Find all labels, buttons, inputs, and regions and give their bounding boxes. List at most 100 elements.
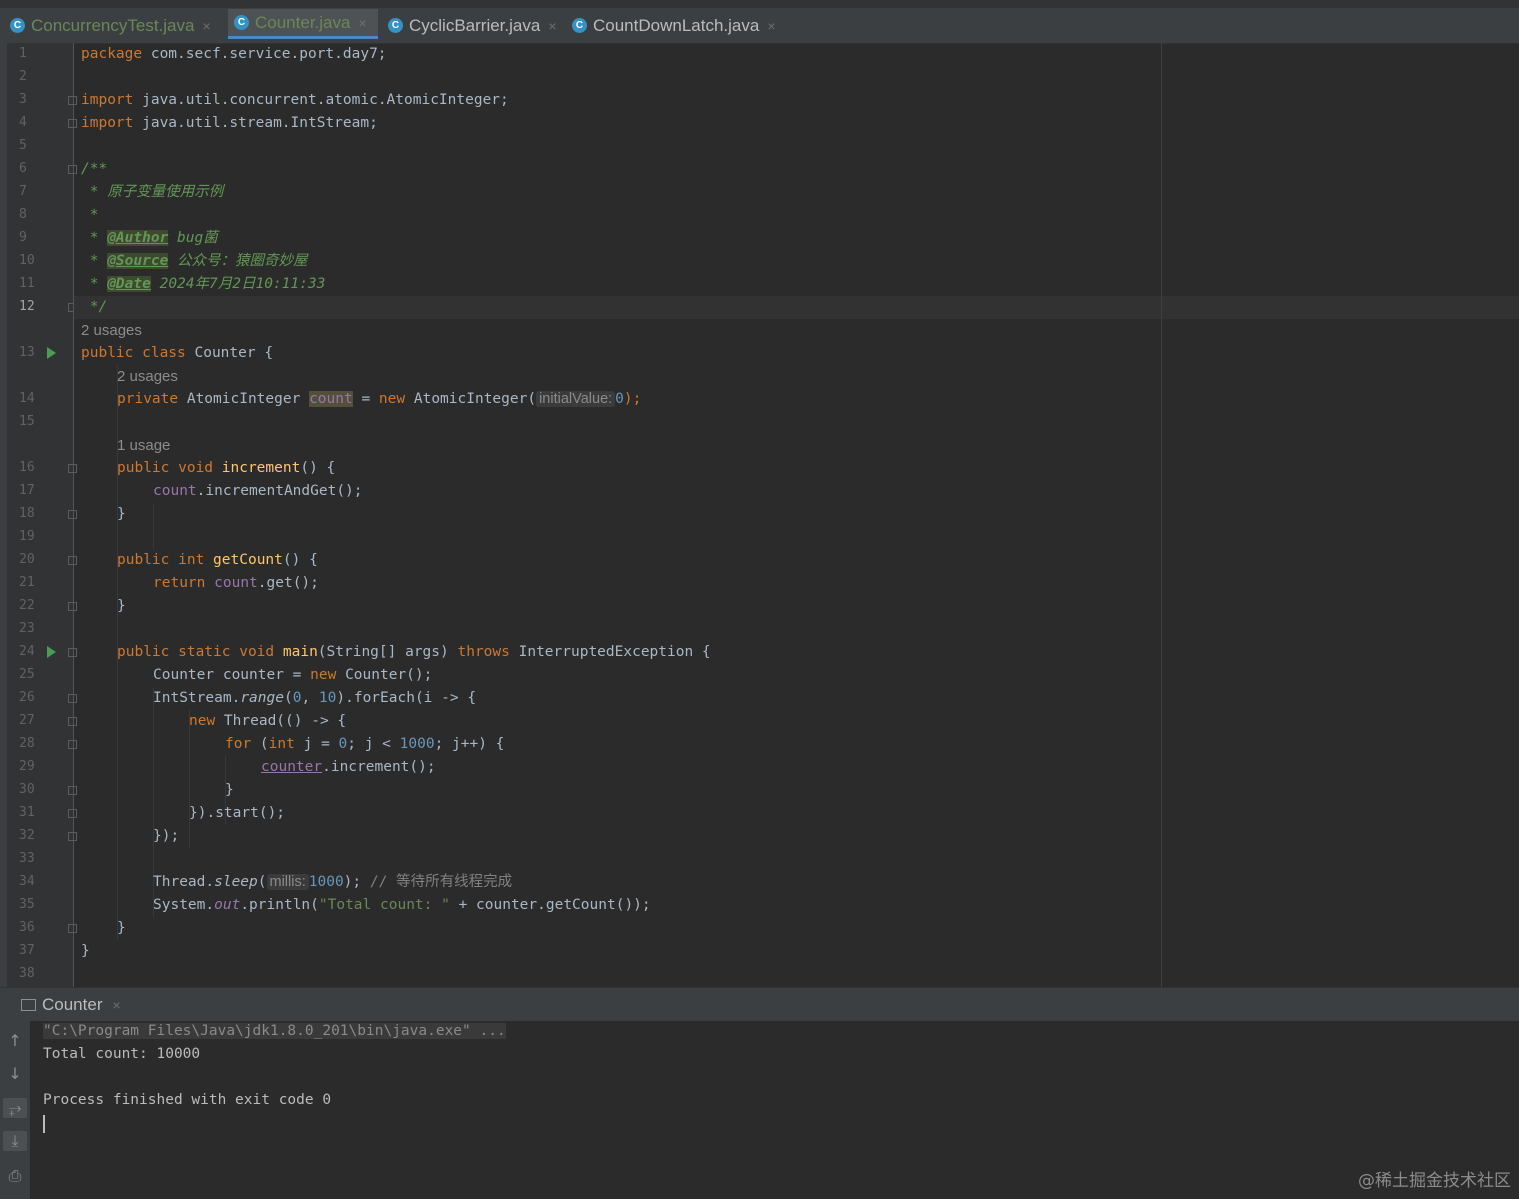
code-line-34: Thread.sleep(millis: 1000); // 等待所有线程完成 bbox=[153, 874, 513, 890]
line-number: 26 bbox=[19, 690, 35, 705]
line-number: 30 bbox=[19, 782, 35, 797]
usages-hint[interactable]: 2 usages bbox=[117, 365, 178, 388]
close-icon[interactable]: × bbox=[548, 18, 556, 34]
code-line-31: }).start(); bbox=[189, 805, 286, 821]
console-exit-line: Process finished with exit code 0 bbox=[43, 1092, 332, 1108]
line-number: 10 bbox=[19, 253, 35, 268]
line-number: 1 bbox=[19, 46, 27, 61]
code-line-35: System.out.println("Total count: " + cou… bbox=[153, 897, 651, 913]
run-class-icon[interactable] bbox=[47, 347, 56, 359]
line-number: 5 bbox=[19, 138, 27, 153]
usages-hint[interactable]: 1 usage bbox=[117, 434, 170, 457]
line-number: 16 bbox=[19, 460, 35, 475]
line-number: 38 bbox=[19, 966, 35, 981]
tab-label: CountDownLatch.java bbox=[593, 15, 760, 35]
code-editor[interactable]: package com.secf.service.port.day7; impo… bbox=[74, 43, 1519, 987]
line-number: 35 bbox=[19, 897, 35, 912]
line-number: 31 bbox=[19, 805, 35, 820]
code-line-27: new Thread(() -> { bbox=[189, 713, 347, 729]
line-number: 28 bbox=[19, 736, 35, 751]
code-line-36: } bbox=[117, 920, 126, 936]
close-icon[interactable]: × bbox=[358, 15, 366, 31]
code-line-21: return count.get(); bbox=[153, 575, 319, 591]
line-number: 7 bbox=[19, 184, 27, 199]
console-output[interactable]: "C:\Program Files\Java\jdk1.8.0_201\bin\… bbox=[30, 1021, 1519, 1199]
code-line-11: * @Date 2024年7月2日10:11:33 bbox=[81, 276, 326, 292]
line-number: 33 bbox=[19, 851, 35, 866]
line-number: 15 bbox=[19, 414, 35, 429]
code-line-18: } bbox=[117, 506, 126, 522]
scroll-to-end-icon[interactable]: ⤓ bbox=[3, 1131, 27, 1151]
parameter-hint: initialValue: bbox=[536, 391, 616, 407]
left-tool-strip bbox=[0, 43, 7, 987]
class-icon: C bbox=[234, 15, 249, 30]
tab-cyclicbarrier[interactable]: C CyclicBarrier.java × bbox=[388, 9, 560, 42]
close-icon[interactable]: × bbox=[112, 997, 120, 1013]
line-number: 22 bbox=[19, 598, 35, 613]
line-number: 37 bbox=[19, 943, 35, 958]
line-number: 34 bbox=[19, 874, 35, 889]
run-tool-window-header: Counter × bbox=[0, 987, 1519, 1022]
tab-label: Counter.java bbox=[255, 12, 351, 32]
line-number: 21 bbox=[19, 575, 35, 590]
tab-concurrencytest[interactable]: C ConcurrencyTest.java × bbox=[10, 9, 222, 42]
console-output-line: Total count: 10000 bbox=[43, 1046, 201, 1062]
line-number: 2 bbox=[19, 69, 27, 84]
line-number: 23 bbox=[19, 621, 35, 636]
run-main-icon[interactable] bbox=[47, 646, 56, 658]
line-number-gutter: 1 2 3 4 5 6 7 8 9 10 11 12 13 14 15 16 17 18 19 20 21 22 23 24 2… bbox=[7, 43, 77, 987]
line-number: 8 bbox=[19, 207, 27, 222]
line-number: 17 bbox=[19, 483, 35, 498]
code-line-16: public void increment() { bbox=[117, 460, 336, 476]
console-caret bbox=[43, 1115, 45, 1133]
line-number: 12 bbox=[19, 299, 35, 314]
code-line-14: private AtomicInteger count = new Atomic… bbox=[117, 391, 642, 407]
line-number: 36 bbox=[19, 920, 35, 935]
code-line-8: * bbox=[81, 207, 99, 223]
tab-countdownlatch[interactable]: C CountDownLatch.java × bbox=[572, 9, 784, 42]
line-number: 4 bbox=[19, 115, 27, 130]
down-arrow-icon[interactable]: ↓ bbox=[3, 1064, 27, 1083]
line-number: 19 bbox=[19, 529, 35, 544]
code-line-4: import java.util.stream.IntStream; bbox=[81, 115, 378, 131]
tab-counter[interactable]: C Counter.java × bbox=[228, 9, 378, 39]
line-number: 11 bbox=[19, 276, 35, 291]
class-icon: C bbox=[388, 18, 403, 33]
close-icon[interactable]: × bbox=[767, 18, 775, 34]
current-line-highlight bbox=[74, 296, 1519, 319]
line-number: 32 bbox=[19, 828, 35, 843]
code-line-28: for (int j = 0; j < 1000; j++) { bbox=[225, 736, 505, 752]
up-arrow-icon[interactable]: ↑ bbox=[3, 1031, 27, 1050]
code-line-20: public int getCount() { bbox=[117, 552, 318, 568]
line-number: 18 bbox=[19, 506, 35, 521]
code-line-25: Counter counter = new Counter(); bbox=[153, 667, 433, 683]
run-tab-label: Counter bbox=[42, 995, 103, 1014]
watermark: @稀土掘金技术社区 bbox=[1358, 1171, 1511, 1191]
parameter-hint: millis: bbox=[266, 874, 309, 890]
right-margin-guide bbox=[1161, 43, 1162, 987]
soft-wrap-icon[interactable]: ⥅ bbox=[3, 1098, 27, 1118]
code-line-30: } bbox=[225, 782, 234, 798]
line-number: 24 bbox=[19, 644, 35, 659]
code-line-13: public class Counter { bbox=[81, 345, 274, 361]
line-number: 25 bbox=[19, 667, 35, 682]
line-number: 14 bbox=[19, 391, 35, 406]
indent-guide bbox=[153, 503, 154, 549]
usages-hint[interactable]: 2 usages bbox=[81, 319, 142, 342]
code-line-22: } bbox=[117, 598, 126, 614]
line-number: 9 bbox=[19, 230, 27, 245]
code-line-32: }); bbox=[153, 828, 180, 844]
window-top-strip bbox=[0, 0, 1519, 8]
code-line-10: * @Source 公众号：猿圈奇妙屋 bbox=[81, 253, 308, 269]
code-line-37: } bbox=[81, 943, 90, 959]
editor-tab-bar: C ConcurrencyTest.java × C Counter.java … bbox=[0, 0, 1519, 44]
code-line-29: counter.increment(); bbox=[261, 759, 436, 775]
run-tab-counter[interactable]: Counter × bbox=[7, 988, 121, 1022]
console-command-line: "C:\Program Files\Java\jdk1.8.0_201\bin\… bbox=[43, 1023, 506, 1039]
class-icon: C bbox=[572, 18, 587, 33]
console-icon bbox=[21, 999, 36, 1011]
code-line-9: * @Author bug菌 bbox=[81, 230, 218, 246]
close-icon[interactable]: × bbox=[202, 18, 210, 34]
print-icon[interactable]: ⎙ bbox=[3, 1166, 27, 1186]
line-number: 27 bbox=[19, 713, 35, 728]
